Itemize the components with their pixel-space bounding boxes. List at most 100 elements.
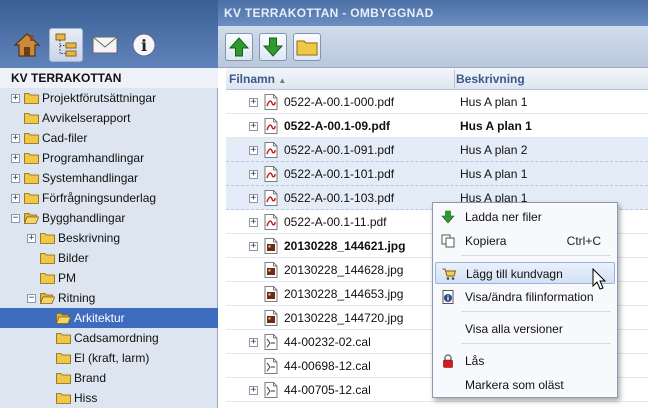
expand-icon[interactable]: + [11,94,20,103]
tree-item[interactable]: + Programhandlingar [0,148,218,168]
pdf-file-icon [264,94,278,110]
home-icon[interactable] [10,28,44,62]
download-button[interactable] [259,33,287,61]
collapse-icon[interactable]: − [11,214,20,223]
column-filename[interactable]: Filnamn ▲ [229,68,286,90]
cal-file-icon [264,358,278,374]
tree-item-label: Hiss [74,391,98,405]
cart-icon [442,268,456,280]
menu-item[interactable]: Markera som oläst [435,374,615,396]
menu-item-shortcut: Ctrl+C [566,234,601,248]
svg-text:i: i [141,36,147,55]
upload-arrow-icon [229,37,249,57]
expand-icon[interactable]: + [11,154,20,163]
folder-icon [40,253,55,264]
folder-icon [24,173,39,184]
tree-item[interactable]: − Bygghandlingar [0,208,218,228]
menu-item[interactable]: Lägg till kundvagn [435,262,615,284]
expand-icon[interactable]: + [249,242,258,251]
expand-icon[interactable]: + [249,98,258,107]
file-row[interactable]: +0522-A-00.1-101.pdf Hus A plan 1 [226,162,648,186]
expand-icon[interactable]: + [249,170,258,179]
copy-icon [441,234,455,248]
expand-icon[interactable]: + [11,134,20,143]
tree-item[interactable]: Avvikelserapport [0,108,218,128]
expand-icon[interactable]: + [11,174,20,183]
expand-icon[interactable]: + [249,122,258,131]
tree-item[interactable]: + Projektförutsättningar [0,88,218,108]
context-menu: Ladda ner filer Kopiera Ctrl+C Lägg till ku… [432,202,618,398]
expand-icon[interactable]: + [11,194,20,203]
menu-item[interactable]: Visa/ändra filinformation [435,286,615,308]
tree-item[interactable]: + Systemhandlingar [0,168,218,188]
tree-item-label: Systemhandlingar [42,171,139,185]
file-description: Hus A plan 1 [460,95,528,109]
folder-icon [40,233,55,244]
file-name: 44-00232-02.cal [284,335,371,349]
pdf-file-icon [264,214,278,230]
menu-separator [461,343,611,344]
file-row[interactable]: +0522-A-00.1-000.pdf Hus A plan 1 [226,90,648,114]
tree-item-label: Bilder [58,251,89,265]
file-description: Hus A plan 2 [460,143,528,157]
tree-item-label: Brand [74,371,107,385]
upload-button[interactable] [225,33,253,61]
tree-item[interactable]: + Beskrivning [0,228,218,248]
expand-icon[interactable]: + [249,194,258,203]
collapse-icon[interactable]: − [27,294,36,303]
expand-icon[interactable]: + [249,386,258,395]
expand-icon[interactable]: + [27,234,36,243]
toolbar [218,26,648,68]
expand-icon[interactable]: + [249,218,258,227]
menu-item-label: Lås [465,354,485,368]
folder-icon [56,313,71,324]
file-name: 20130228_144720.jpg [284,311,404,325]
tree-item-label: Cadsamordning [74,331,159,345]
folder-icon [56,333,71,344]
tree-item[interactable]: + Cad-filer [0,128,218,148]
folder-icon [56,393,71,404]
info-icon[interactable]: i [127,28,161,62]
expand-icon[interactable]: + [249,338,258,347]
tree-item[interactable]: PM [0,268,218,288]
column-description[interactable]: Beskrivning [456,68,525,90]
file-name: 20130228_144653.jpg [284,287,404,301]
tree-item[interactable]: − Ritning [0,288,218,308]
tree-item-label: Förfrågningsunderlag [42,191,157,205]
jpg-file-icon [264,238,278,254]
menu-item-label: Markera som oläst [465,378,564,392]
tree-item[interactable]: Cadsamordning [0,328,218,348]
tree-item-label: Bygghandlingar [42,211,126,225]
tree-item[interactable]: Arkitektur [0,308,218,328]
menu-item[interactable]: Kopiera Ctrl+C [435,230,615,252]
jpg-file-icon [264,262,278,278]
mouse-cursor-icon [592,268,607,290]
tree-item-label: Projektförutsättningar [42,91,157,105]
column-divider[interactable] [454,70,455,88]
menu-item[interactable]: Ladda ner filer [435,206,615,228]
expand-icon[interactable]: + [249,146,258,155]
tree-item[interactable]: Bilder [0,248,218,268]
tree-item[interactable]: Hiss [0,388,218,408]
tree-item[interactable]: El (kraft, larm) [0,348,218,368]
mail-icon[interactable] [88,28,122,62]
column-filename-label: Filnamn [229,72,276,86]
tree-item[interactable]: + Förfrågningsunderlag [0,188,218,208]
tree-item[interactable]: Brand [0,368,218,388]
new-folder-button[interactable] [293,33,321,61]
tree-item-label: El (kraft, larm) [74,351,150,365]
menu-item[interactable]: Visa alla versioner [435,318,615,340]
download-arrow-icon [263,37,283,57]
menu-item[interactable]: Lås [435,350,615,372]
cal-file-icon [264,382,278,398]
menu-separator [461,311,611,312]
file-row[interactable]: +0522-A-00.1-091.pdf Hus A plan 2 [226,138,648,162]
folder-icon [24,93,39,104]
file-name: 44-00698-12.cal [284,359,371,373]
file-row[interactable]: +0522-A-00.1-09.pdf Hus A plan 1 [226,114,648,138]
tree-icon[interactable] [49,28,83,62]
window-title: KV TERRAKOTTAN - OMBYGGNAD [218,0,648,26]
tree-item-label: PM [58,271,76,285]
file-name: 20130228_144621.jpg [284,239,406,253]
menu-item-label: Kopiera [465,234,507,248]
